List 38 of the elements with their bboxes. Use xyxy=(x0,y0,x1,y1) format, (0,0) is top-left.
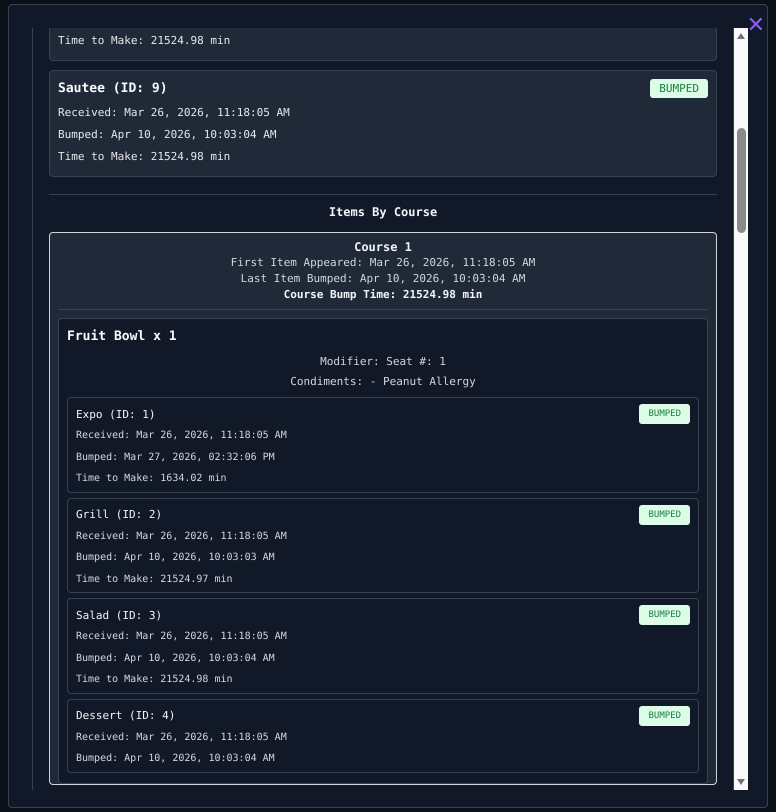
station-title: Salad (ID: 3) xyxy=(76,608,162,622)
station-detail: Received: Mar 26, 2026, 11:18:05 AM xyxy=(76,429,288,443)
station-detail: Received: Mar 26, 2026, 11:18:05 AM xyxy=(76,630,288,644)
station-detail: Time to Make: 21524.98 min xyxy=(76,673,234,687)
station-detail: Bumped: Apr 10, 2026, 10:03:04 AM xyxy=(76,652,276,666)
item-modifier: Modifier: Seat #: 1 xyxy=(319,354,447,370)
order-detail: Time to Make: 21524.98 min xyxy=(58,149,232,165)
station-detail: Received: Mar 26, 2026, 11:18:05 AM xyxy=(76,530,288,544)
order-detail: Time to Make: 21524.98 min xyxy=(58,33,232,49)
station-title: Sautee (ID: 9) xyxy=(58,81,168,96)
status-badge: BUMPED xyxy=(639,605,690,625)
station-detail: Bumped: Apr 10, 2026, 10:03:03 AM xyxy=(76,551,276,565)
scrollbar[interactable] xyxy=(734,28,748,790)
station-title: Dessert (ID: 4) xyxy=(76,709,176,722)
order-detail: Bumped: Apr 10, 2026, 10:03:04 AM xyxy=(58,127,278,143)
status-badge: BUMPED xyxy=(639,404,690,424)
station-detail: Bumped: Mar 27, 2026, 02:32:06 PM xyxy=(76,450,276,464)
course-title: Course 1 xyxy=(353,240,413,254)
station-detail: Time to Make: 21524.97 min xyxy=(76,572,234,586)
order-detail: Received: Mar 26, 2026, 11:18:05 AM xyxy=(58,105,291,121)
status-badge: BUMPED xyxy=(639,706,690,726)
course-detail: First Item Appeared: Mar 26, 2026, 11:18:05 AM xyxy=(230,255,536,271)
station-detail: Bumped: Apr 10, 2026, 10:03:04 AM xyxy=(76,752,276,766)
station-title: Expo (ID: 1) xyxy=(76,408,156,420)
course-detail: Last Item Bumped: Apr 10, 2026, 10:03:04 AM xyxy=(240,271,526,287)
item-name: Fruit Bowl x 1 xyxy=(67,329,178,344)
close-button[interactable]: ✕ xyxy=(746,14,765,38)
status-badge: BUMPED xyxy=(639,504,690,524)
item-condiments: Condiments: - Peanut Allergy xyxy=(289,374,477,390)
station-detail: Time to Make: 1634.02 min xyxy=(76,472,228,486)
scroll-up-icon[interactable] xyxy=(736,32,746,40)
course-bump-time: Course Bump Time: 21524.98 min xyxy=(282,287,484,303)
section-title: Items By Course xyxy=(328,205,438,219)
status-badge: BUMPED xyxy=(650,79,708,98)
station-detail: Received: Mar 26, 2026, 11:18:05 AM xyxy=(76,730,288,744)
scrollbar-thumb[interactable] xyxy=(736,128,746,233)
station-title: Grill (ID: 2) xyxy=(76,508,162,521)
scroll-down-icon[interactable] xyxy=(736,778,746,786)
